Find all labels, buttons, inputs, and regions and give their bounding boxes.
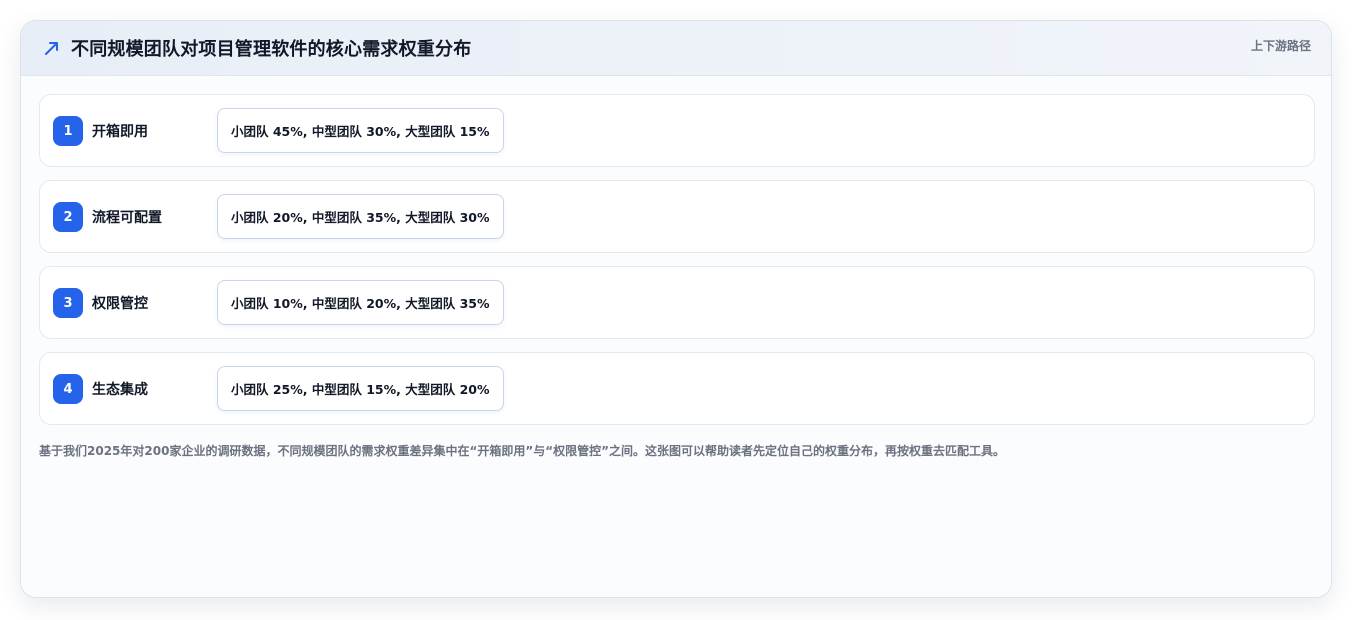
- requirement-list: 1 开箱即用 小团队 45%, 中型团队 30%, 大型团队 15% 2 流程可…: [39, 94, 1315, 438]
- requirement-row: 1 开箱即用 小团队 45%, 中型团队 30%, 大型团队 15%: [39, 94, 1315, 167]
- weight-summary-pill: 小团队 45%, 中型团队 30%, 大型团队 15%: [217, 108, 504, 153]
- trend-up-arrow-icon: [45, 42, 58, 55]
- requirement-row: 3 权限管控 小团队 10%, 中型团队 20%, 大型团队 35%: [39, 266, 1315, 339]
- rank-badge: 4: [53, 374, 83, 404]
- footnote-text: 基于我们2025年对200家企业的调研数据，不同规模团队的需求权重差异集中在“开…: [39, 444, 1006, 458]
- requirement-label: 生态集成: [92, 382, 148, 398]
- requirement-label: 开箱即用: [92, 124, 148, 140]
- rank-badge: 2: [53, 202, 83, 232]
- rank-badge: 3: [53, 288, 83, 318]
- weight-distribution-card: 不同规模团队对项目管理软件的核心需求权重分布 上下游路径 1 开箱即用 小团队 …: [20, 20, 1332, 598]
- rank-badge: 1: [53, 116, 83, 146]
- requirement-label: 权限管控: [92, 296, 148, 312]
- card-title: 不同规模团队对项目管理软件的核心需求权重分布: [71, 39, 472, 60]
- path-tag[interactable]: 上下游路径: [1251, 37, 1311, 54]
- weight-summary-pill: 小团队 20%, 中型团队 35%, 大型团队 30%: [217, 194, 504, 239]
- weight-summary-pill: 小团队 10%, 中型团队 20%, 大型团队 35%: [217, 280, 504, 325]
- requirement-label: 流程可配置: [92, 210, 162, 226]
- requirement-row: 2 流程可配置 小团队 20%, 中型团队 35%, 大型团队 30%: [39, 180, 1315, 253]
- card-header: 不同规模团队对项目管理软件的核心需求权重分布 上下游路径: [21, 21, 1331, 76]
- weight-summary-pill: 小团队 25%, 中型团队 15%, 大型团队 20%: [217, 366, 504, 411]
- requirement-row: 4 生态集成 小团队 25%, 中型团队 15%, 大型团队 20%: [39, 352, 1315, 425]
